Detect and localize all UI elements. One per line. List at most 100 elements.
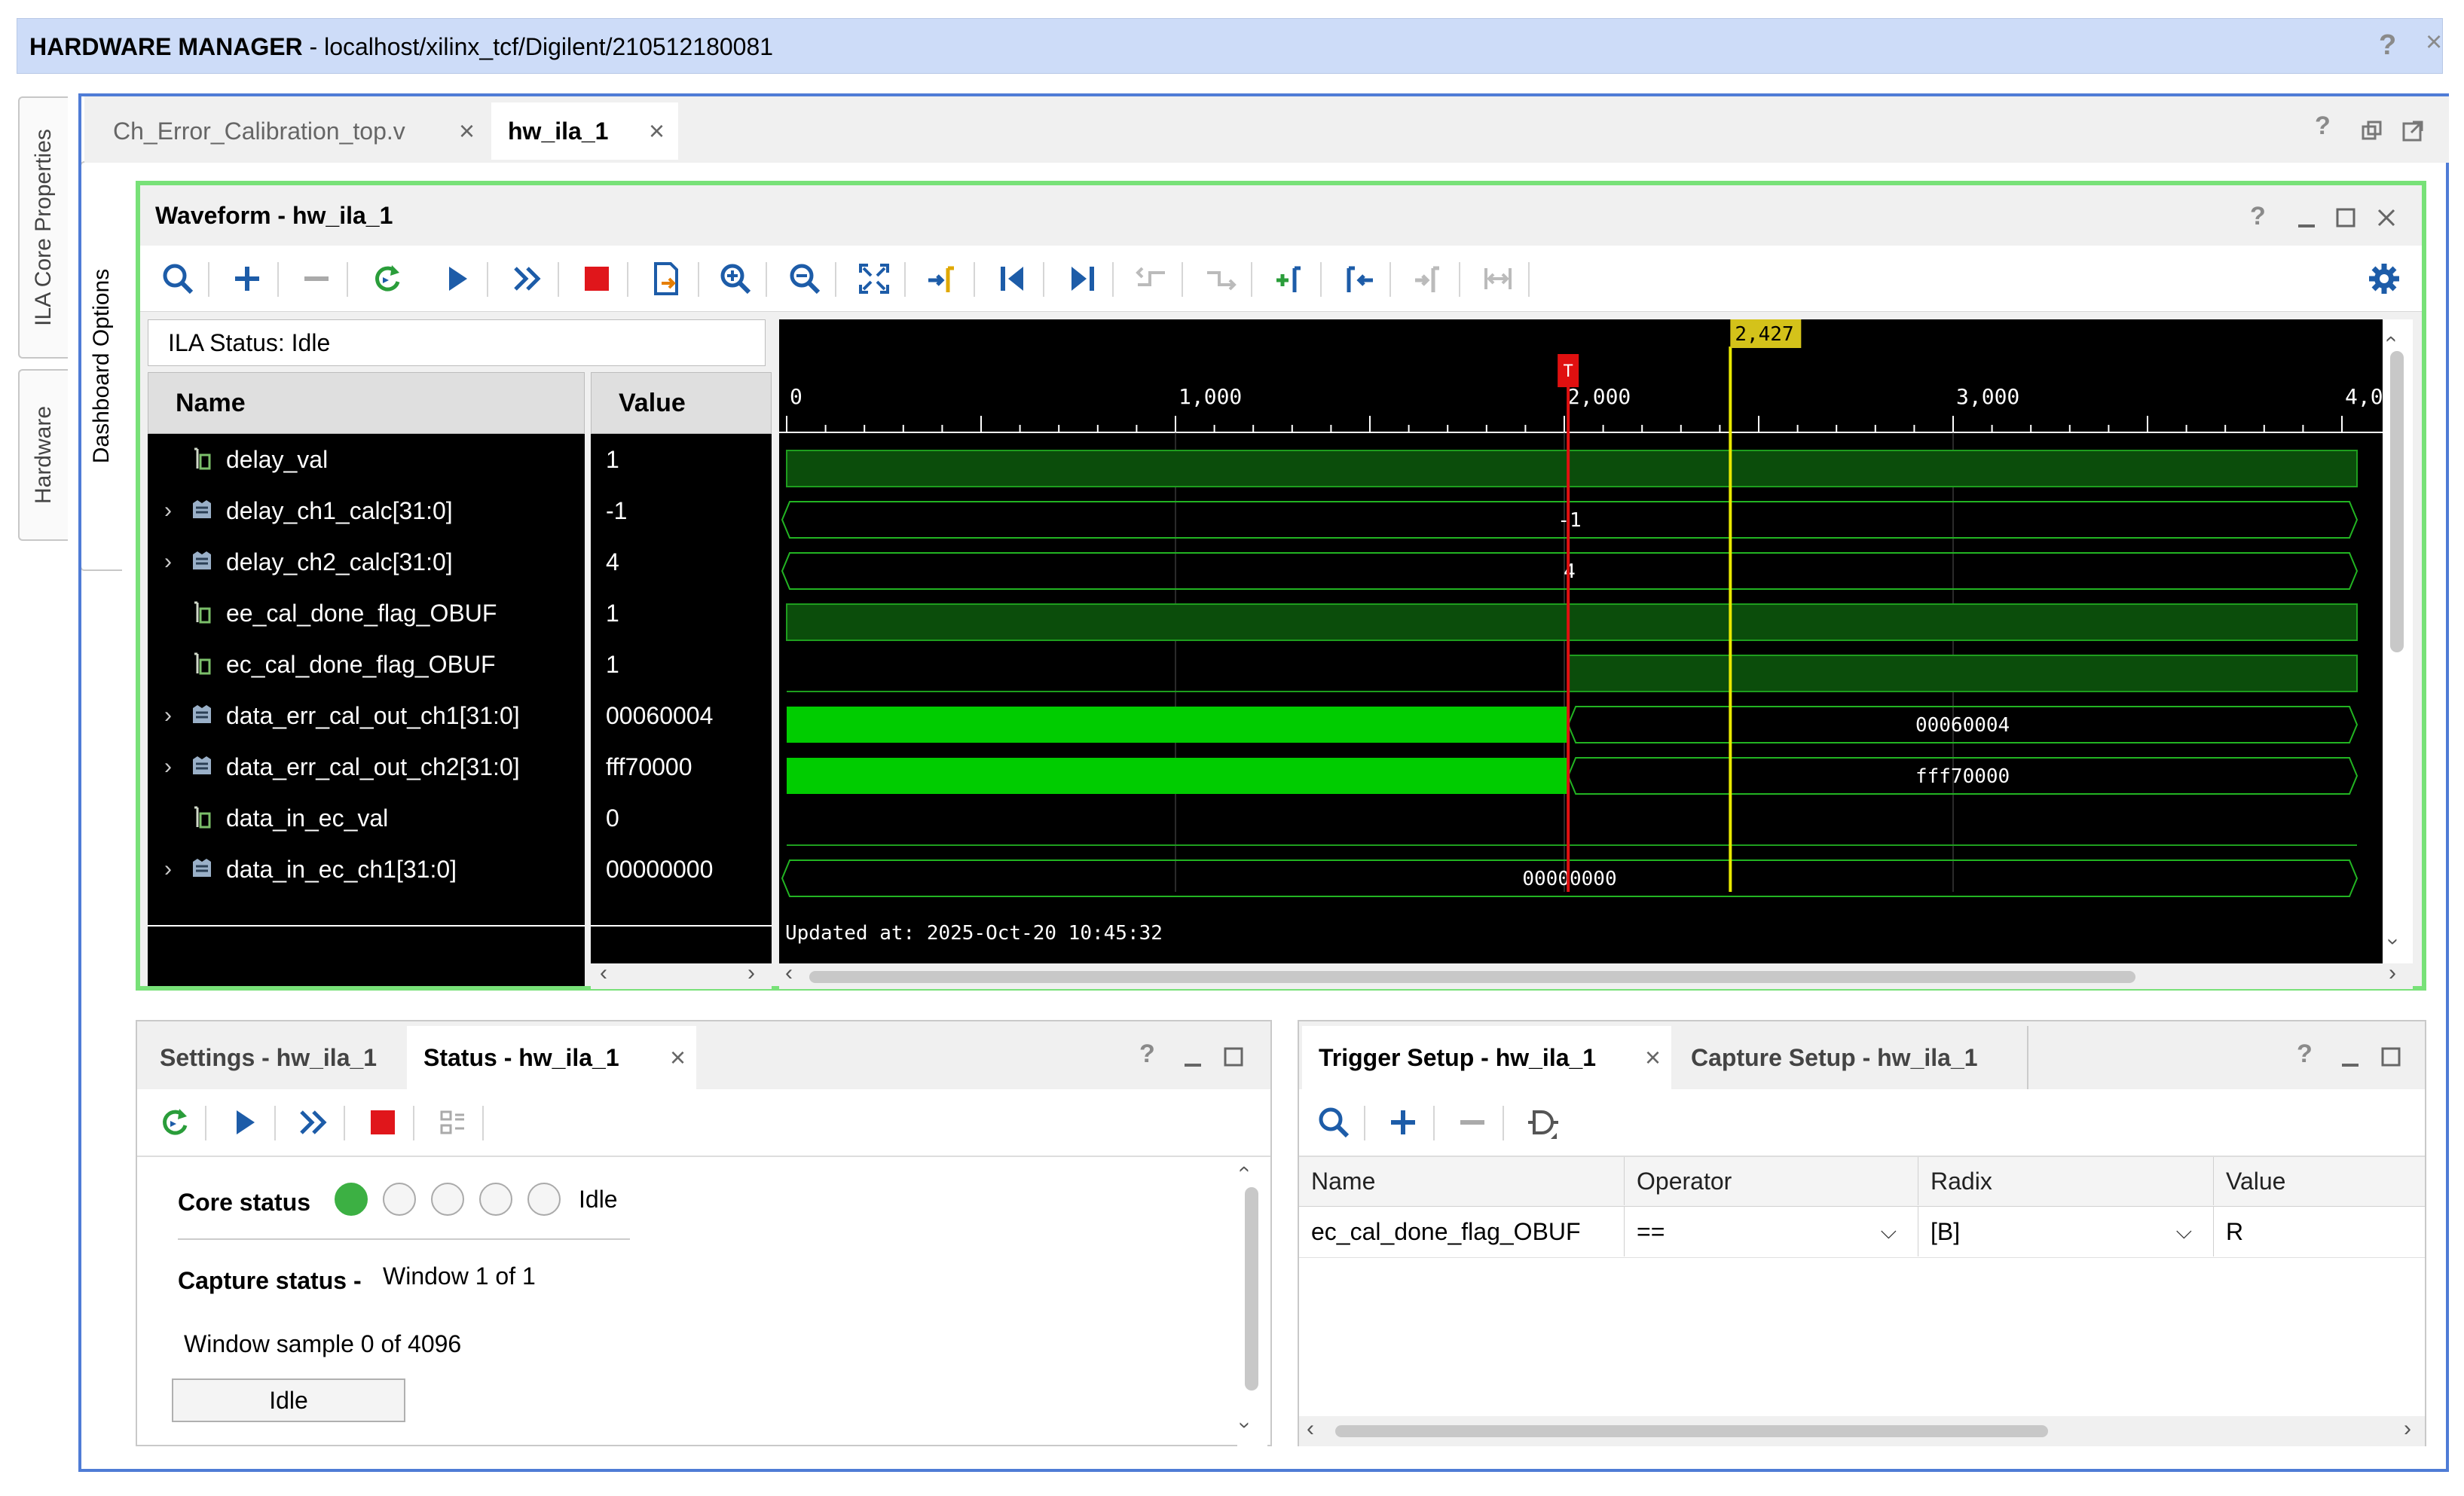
idle-button[interactable]: Idle xyxy=(172,1378,405,1422)
run-icon[interactable] xyxy=(220,1098,268,1146)
next-marker-icon[interactable] xyxy=(1405,255,1453,303)
settings-gear-icon[interactable] xyxy=(2360,255,2408,303)
toolbar-separator xyxy=(347,262,348,297)
help-icon[interactable]: ? xyxy=(1139,1040,1155,1069)
scrollbar-thumb[interactable] xyxy=(809,971,2135,983)
signal-row[interactable]: › delay_ch2_calc[31:0] xyxy=(148,536,585,588)
expand-chevron-icon[interactable]: › xyxy=(164,741,172,792)
waveform-canvas[interactable]: 01,0002,0003,0004,0-1400060004fff7000000… xyxy=(779,319,2383,963)
remove-icon[interactable] xyxy=(292,255,341,303)
tab-hw-ila-1[interactable]: hw_ila_1 × xyxy=(491,102,678,160)
goto-cursor-icon[interactable] xyxy=(919,255,968,303)
help-icon[interactable]: ? xyxy=(2315,111,2331,141)
goto-end-icon[interactable] xyxy=(1058,255,1106,303)
signal-row[interactable]: data_in_ec_val xyxy=(148,792,585,844)
column-header-name[interactable]: Name xyxy=(1299,1157,1625,1205)
expand-chevron-icon[interactable]: › xyxy=(164,690,172,741)
minimize-icon[interactable] xyxy=(1182,1047,1204,1070)
close-tab-icon[interactable]: × xyxy=(459,102,475,160)
operator-dropdown[interactable]: == ⌵ xyxy=(1625,1207,1918,1256)
search-icon[interactable] xyxy=(154,255,202,303)
waveform-horizontal-scrollbar[interactable]: ‹ › xyxy=(779,960,2413,989)
add-marker-icon[interactable] xyxy=(1266,255,1314,303)
chevron-down-icon[interactable]: ⌵ xyxy=(1881,1207,1897,1256)
status-vertical-scrollbar[interactable]: ‹ › xyxy=(1234,1157,1267,1446)
close-icon[interactable]: × xyxy=(2426,26,2442,59)
signal-row[interactable]: › data_err_cal_out_ch1[31:0] xyxy=(148,690,585,741)
chevron-down-icon[interactable]: ⌵ xyxy=(2176,1207,2192,1256)
scrollbar-thumb[interactable] xyxy=(1245,1187,1258,1391)
expand-chevron-icon[interactable]: › xyxy=(164,844,172,895)
toolbar-separator xyxy=(413,1106,414,1140)
next-transition-icon[interactable] xyxy=(1197,255,1245,303)
export-icon[interactable] xyxy=(642,255,690,303)
stop-icon[interactable] xyxy=(359,1098,407,1146)
tab-trigger-setup[interactable]: Trigger Setup - hw_ila_1 × xyxy=(1302,1026,1671,1089)
trigger-condition-icon[interactable] xyxy=(1518,1098,1566,1146)
status-indicator xyxy=(527,1183,561,1216)
prev-marker-icon[interactable] xyxy=(1335,255,1383,303)
close-tab-icon[interactable]: × xyxy=(1645,1026,1661,1089)
stop-icon[interactable] xyxy=(573,255,621,303)
table-row[interactable]: ec_cal_done_flag_OBUF == ⌵ [B] ⌵ R xyxy=(1299,1207,2425,1258)
signal-row[interactable]: › delay_ch1_calc[31:0] xyxy=(148,485,585,536)
prev-transition-icon[interactable] xyxy=(1127,255,1175,303)
tab-settings[interactable]: Settings - hw_ila_1 xyxy=(143,1026,405,1089)
expand-chevron-icon[interactable]: › xyxy=(164,536,172,588)
signal-row[interactable]: › data_err_cal_out_ch2[31:0] xyxy=(148,741,585,792)
tab-hardware[interactable]: Hardware xyxy=(18,369,68,541)
help-icon[interactable]: ? xyxy=(2250,202,2266,231)
column-header-operator[interactable]: Operator xyxy=(1625,1157,1918,1205)
signal-row[interactable]: ec_cal_done_flag_OBUF xyxy=(148,639,585,690)
run-immediate-icon[interactable] xyxy=(289,1098,338,1146)
help-icon[interactable]: ? xyxy=(2379,29,2396,62)
waveform-vertical-scrollbar[interactable]: ‹ › xyxy=(2381,319,2413,963)
radix-dropdown[interactable]: [B] ⌵ xyxy=(1918,1207,2214,1256)
refresh-icon[interactable] xyxy=(363,255,411,303)
remove-probe-icon[interactable] xyxy=(1448,1098,1496,1146)
scrollbar-thumb[interactable] xyxy=(1335,1425,2048,1437)
zoom-in-icon[interactable] xyxy=(711,255,760,303)
signal-row[interactable]: › data_in_ec_ch1[31:0] xyxy=(148,844,585,895)
column-header-radix[interactable]: Radix xyxy=(1918,1157,2214,1205)
signal-row[interactable]: delay_val xyxy=(148,434,585,485)
refresh-icon[interactable] xyxy=(151,1098,199,1146)
minimize-icon[interactable] xyxy=(2295,208,2318,231)
swap-cursors-icon[interactable] xyxy=(1474,255,1522,303)
column-header-value[interactable]: Value xyxy=(2214,1157,2425,1205)
add-icon[interactable] xyxy=(223,255,271,303)
maximize-icon[interactable] xyxy=(1222,1046,1245,1068)
zoom-out-icon[interactable] xyxy=(781,255,829,303)
status-toolbar xyxy=(137,1089,1270,1157)
close-panel-icon[interactable] xyxy=(2375,206,2398,229)
run-immediate-icon[interactable] xyxy=(503,255,552,303)
tab-capture-setup[interactable]: Capture Setup - hw_ila_1 xyxy=(1674,1026,2028,1089)
scrollbar-thumb[interactable] xyxy=(2390,351,2404,652)
tab-status[interactable]: Status - hw_ila_1 × xyxy=(407,1026,696,1089)
waveform-display[interactable]: 01,0002,0003,0004,0-1400060004fff7000000… xyxy=(779,319,2383,963)
trigger-horizontal-scrollbar[interactable]: ‹ › xyxy=(1299,1416,2425,1446)
value-column-header[interactable]: Value xyxy=(591,372,772,434)
help-icon[interactable]: ? xyxy=(2297,1040,2313,1069)
bit-waveform-high xyxy=(1567,655,2358,692)
float-window-icon[interactable] xyxy=(2401,119,2425,143)
close-tab-icon[interactable]: × xyxy=(649,102,665,160)
value-horizontal-scrollbar[interactable]: ‹ › xyxy=(591,960,772,989)
maximize-icon[interactable] xyxy=(2334,206,2357,229)
run-icon[interactable] xyxy=(433,255,481,303)
goto-start-icon[interactable] xyxy=(989,255,1037,303)
zoom-fit-icon[interactable] xyxy=(850,255,898,303)
close-tab-icon[interactable]: × xyxy=(670,1026,686,1089)
value-cell[interactable]: R xyxy=(2214,1207,2425,1256)
tab-ch-error-calibration-top[interactable]: Ch_Error_Calibration_top.v × xyxy=(96,102,488,160)
signal-row[interactable]: ee_cal_done_flag_OBUF xyxy=(148,588,585,639)
name-column-header[interactable]: Name xyxy=(148,372,585,434)
tab-ila-core-properties[interactable]: ILA Core Properties xyxy=(18,96,68,359)
maximize-icon[interactable] xyxy=(2380,1046,2402,1068)
restore-icon[interactable] xyxy=(2360,119,2384,143)
capture-mode-icon[interactable] xyxy=(428,1098,476,1146)
search-icon[interactable] xyxy=(1310,1098,1358,1146)
expand-chevron-icon[interactable]: › xyxy=(164,485,172,536)
add-probe-icon[interactable] xyxy=(1379,1098,1427,1146)
minimize-icon[interactable] xyxy=(2339,1047,2362,1070)
